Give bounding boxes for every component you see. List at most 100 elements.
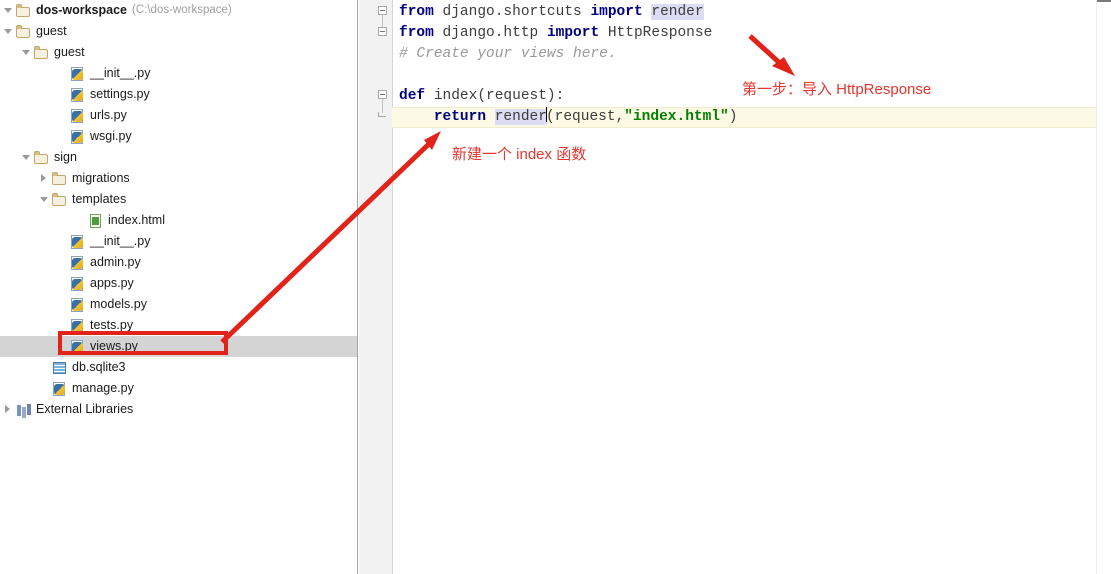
tree-row[interactable]: External Libraries [0,399,357,420]
chevron-down-icon[interactable] [38,189,51,210]
code-token: render [651,4,704,20]
code-text-area[interactable]: from django.shortcuts import render from … [392,0,1111,574]
tree-item-label: sign [54,150,77,164]
tree-item-label: External Libraries [36,402,134,416]
database-file-icon [51,359,68,376]
code-token: from [399,25,443,41]
python-file-icon [69,107,86,124]
tree-row[interactable]: __init__.py [0,231,357,252]
code-line: return render(request,"index.html") [392,107,737,128]
editor-vertical-scrollbar[interactable] [1096,0,1111,574]
library-icon [15,401,32,418]
python-file-icon [69,233,86,250]
code-token: import [546,25,608,41]
code-token: django.shortcuts [442,4,591,20]
tree-item-label: apps.py [90,276,134,290]
tree-row[interactable]: index.html [0,210,357,231]
tree-row[interactable]: wsgi.py [0,126,357,147]
chevron-down-icon[interactable] [20,42,33,63]
tree-item-label: __init__.py [90,234,151,248]
code-token: from [399,4,443,20]
tree-item-label: urls.py [90,108,127,122]
fold-marker-line2[interactable] [378,27,387,36]
tree-item-label: manage.py [72,381,134,395]
folder-icon [15,2,32,19]
tree-row[interactable]: templates [0,189,357,210]
tree-item-label: templates [72,192,127,206]
tree-item-label: settings.py [90,87,150,101]
code-token: render [494,109,547,125]
fold-marker-line1[interactable] [378,6,387,15]
scrollbar-thumb[interactable] [1097,0,1111,2]
tree-row[interactable]: views.py [0,336,357,357]
python-file-icon [69,128,86,145]
html-file-icon [87,212,104,229]
project-root-label: dos-workspace [36,3,128,17]
tree-item-label: tests.py [90,318,134,332]
tree-row[interactable]: sign [0,147,357,168]
fold-marker-line5[interactable] [378,90,387,99]
tree-row-project-root[interactable]: dos-workspace (C:\dos-workspace) [0,0,357,21]
folder-icon [33,44,50,61]
code-token: # Create your views here. [399,46,617,62]
folder-icon [51,191,68,208]
tree-row[interactable]: guest [0,42,357,63]
code-token: HttpResponse [607,25,713,41]
tree-row[interactable]: urls.py [0,105,357,126]
code-token: return [433,109,495,125]
tree-item-label: migrations [72,171,130,185]
tree-row[interactable]: db.sqlite3 [0,357,357,378]
code-token: ) [728,109,738,125]
tree-row[interactable]: manage.py [0,378,357,399]
code-line: def index(request): [392,86,564,107]
tree-item-label: index.html [108,213,165,227]
chevron-right-icon[interactable] [2,399,15,420]
tree-row[interactable]: settings.py [0,84,357,105]
chevron-right-icon[interactable] [38,168,51,189]
tree-item-label: models.py [90,297,147,311]
code-token: (request, [545,109,625,125]
python-file-icon [69,254,86,271]
tree-item-label: admin.py [90,255,141,269]
tree-item-label: guest [36,24,67,38]
tree-item-label: views.py [90,339,138,353]
python-file-icon [51,380,68,397]
chevron-down-icon[interactable] [2,0,15,21]
folder-icon [15,23,32,40]
editor-gutter[interactable] [359,0,393,574]
project-root-path: (C:\dos-workspace) [132,4,232,16]
tree-row[interactable]: guest [0,21,357,42]
code-editor-panel[interactable]: from django.shortcuts import render from … [359,0,1111,574]
python-file-icon [69,317,86,334]
tree-row[interactable]: admin.py [0,252,357,273]
chevron-down-icon[interactable] [20,147,33,168]
code-line: from django.shortcuts import render [392,2,704,23]
tree-item-label: db.sqlite3 [72,360,126,374]
fold-end-marker[interactable] [378,112,387,121]
tree-row[interactable]: migrations [0,168,357,189]
chevron-down-icon[interactable] [2,21,15,42]
tree-item-list: guest guest __init__.py settings.py urls.py w… [0,21,357,420]
tree-row[interactable]: tests.py [0,315,357,336]
fold-line-imports [382,15,383,27]
code-token: def [399,88,434,104]
code-line: from django.http import HttpResponse [392,23,712,44]
python-file-icon [69,296,86,313]
tree-row[interactable]: apps.py [0,273,357,294]
tree-row[interactable]: __init__.py [0,63,357,84]
tree-row[interactable]: models.py [0,294,357,315]
python-file-icon [69,65,86,82]
project-tree-panel[interactable]: dos-workspace (C:\dos-workspace) guest gu… [0,0,358,574]
